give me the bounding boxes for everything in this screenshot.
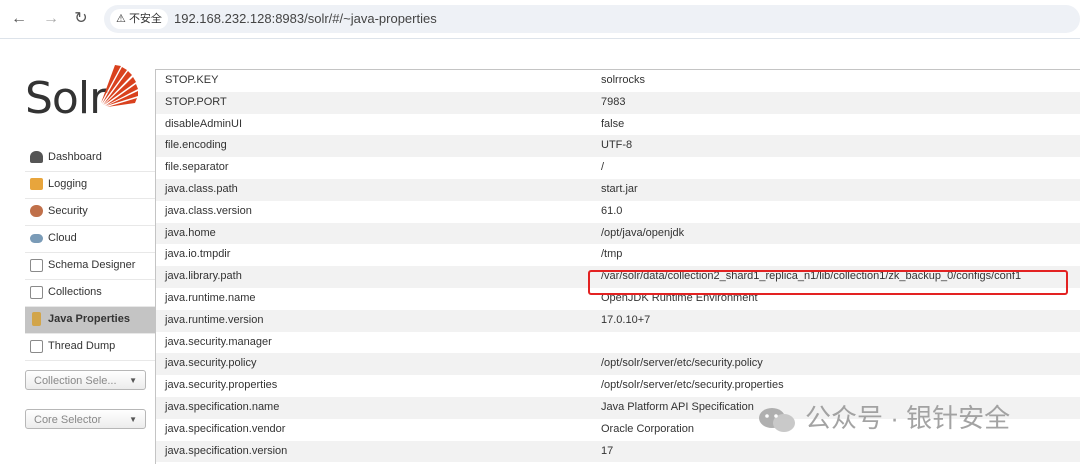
table-row: java.io.tmpdir/tmp	[156, 244, 1080, 266]
solr-sun-icon	[101, 65, 138, 107]
property-key: java.home	[165, 226, 216, 239]
property-value: 7983	[601, 95, 626, 108]
sidebar-item-label: Thread Dump	[48, 340, 116, 352]
thread-icon	[30, 340, 43, 353]
back-arrow-icon[interactable]: ←	[10, 10, 28, 28]
table-row: java.class.path start.jar	[156, 178, 1080, 201]
dashboard-icon	[30, 151, 43, 163]
property-value: OpenJDK Runtime Environment	[601, 291, 758, 304]
warning-icon: ⚠	[116, 13, 126, 25]
sidebar-item-label: Cloud	[48, 232, 77, 244]
collection-selector[interactable]: Collection Sele... ▼	[25, 370, 146, 390]
address-bar[interactable]: ⚠ 不安全 192.168.232.128:8983/solr/#/~java-…	[104, 5, 1080, 33]
table-row: java.runtime.version 17.0.10+7	[156, 309, 1080, 332]
url-text[interactable]: 192.168.232.128:8983/solr/#/~java-proper…	[174, 5, 437, 33]
property-key: java.io.tmpdir	[165, 248, 231, 261]
sidebar-item-label: Security	[48, 205, 88, 217]
property-value: false	[601, 117, 625, 130]
property-value: Java Platform API Specification	[601, 400, 754, 413]
browser-toolbar: ← → ↻ ⚠ 不安全 192.168.232.128:8983/solr/#/…	[0, 0, 1080, 38]
table-row: java.home/opt/java/openjdk	[156, 222, 1080, 245]
table-row: java.security.properties/opt/solr/server…	[156, 375, 1080, 397]
sidebar-item-java-properties[interactable]: Java Properties	[25, 307, 155, 334]
property-key: java.class.path	[165, 182, 238, 195]
table-row: java.security.policy/opt/solr/server/etc…	[156, 353, 1080, 376]
property-key: STOP.KEY	[165, 74, 219, 86]
property-key: java.class.version	[165, 204, 252, 217]
sidebar-item-label: Dashboard	[48, 151, 102, 163]
java-icon	[32, 312, 41, 326]
schema-icon	[30, 259, 43, 272]
property-key: java.library.path	[165, 270, 242, 283]
table-row: java.library.path/var/solr/data/collecti…	[156, 266, 1080, 288]
sidebar-item-logging[interactable]: Logging	[25, 172, 155, 199]
sidebar-item-label: Collections	[48, 286, 102, 298]
property-value: /opt/solr/server/etc/security.policy	[601, 357, 763, 370]
property-value: Oracle Corporation	[601, 422, 694, 435]
sidebar-item-label: Java Properties	[48, 313, 130, 325]
property-value: /opt/java/openjdk	[601, 226, 685, 239]
table-row: STOP.KEY solrrocks	[156, 70, 1080, 92]
property-key: java.specification.version	[165, 444, 288, 457]
table-row: java.runtime.name OpenJDK Runtime Environ…	[156, 288, 1080, 310]
property-value: 61.0	[601, 204, 623, 217]
property-value: start.jar	[601, 182, 638, 195]
logo-text: Solr	[25, 73, 107, 124]
property-value: UTF-8	[601, 139, 633, 152]
property-key: java.security.manager	[165, 335, 272, 348]
sidebar-item-security[interactable]: Security	[25, 199, 155, 226]
wechat-icon	[759, 408, 795, 433]
sidebar-item-collections[interactable]: Collections	[25, 280, 155, 307]
core-selector-label: Core Selector	[34, 414, 102, 426]
reload-icon[interactable]: ↻	[72, 10, 90, 28]
forward-arrow-icon[interactable]: →	[42, 10, 60, 28]
sidebar-item-label: Schema Designer	[48, 259, 136, 271]
property-value: 17	[601, 444, 614, 457]
property-value: solrrocks	[601, 74, 646, 86]
sidebar-menu: Dashboard Logging Security Cloud Schema …	[25, 145, 155, 361]
toolbar-divider	[0, 38, 1080, 39]
table-row: java.security.manager	[156, 332, 1080, 354]
security-icon	[30, 205, 43, 217]
sidebar-item-schema-designer[interactable]: Schema Designer	[25, 253, 155, 280]
table-row: file.encoding UTF-8	[156, 135, 1080, 158]
property-value: /tmp	[601, 248, 623, 261]
property-value: /opt/solr/server/etc/security.properties	[601, 379, 784, 392]
table-row: java.class.version 61.0	[156, 201, 1080, 223]
chevron-down-icon: ▼	[129, 376, 137, 385]
watermark-text: 公众号 · 银针安全	[805, 403, 1011, 433]
collection-selector-label: Collection Sele...	[34, 375, 117, 387]
property-key: java.specification.vendor	[165, 422, 286, 435]
property-key: java.security.properties	[165, 379, 278, 392]
sidebar-item-cloud[interactable]: Cloud	[25, 226, 155, 253]
sidebar-item-thread-dump[interactable]: Thread Dump	[25, 334, 155, 361]
property-value: /	[601, 161, 605, 174]
table-row: STOP.PORT 7983	[156, 91, 1080, 114]
property-key: file.encoding	[165, 139, 227, 152]
collections-icon	[30, 286, 43, 299]
sidebar-item-dashboard[interactable]: Dashboard	[25, 145, 155, 172]
insecure-label: 不安全	[128, 13, 162, 25]
property-key: java.security.policy	[165, 357, 257, 370]
cloud-icon	[30, 234, 43, 243]
property-key: STOP.PORT	[165, 95, 227, 108]
table-row: file.separator /	[156, 157, 1080, 179]
table-row: java.specification.version 17	[156, 440, 1080, 463]
security-indicator[interactable]: ⚠ 不安全	[110, 9, 168, 29]
property-key: disableAdminUI	[165, 117, 243, 130]
property-key: java.specification.name	[165, 400, 280, 413]
property-value: 17.0.10+7	[601, 313, 651, 326]
core-selector[interactable]: Core Selector ▼	[25, 409, 146, 429]
table-row: disableAdminUI false	[156, 114, 1080, 136]
property-key: file.separator	[165, 161, 229, 174]
watermark: 公众号 · 银针安全	[757, 398, 1010, 438]
property-key: java.runtime.name	[165, 291, 256, 304]
logging-icon	[30, 178, 43, 190]
solr-logo[interactable]: Solr	[25, 63, 140, 125]
property-value: /var/solr/data/collection2_shard1_replic…	[601, 270, 1022, 283]
chevron-down-icon: ▼	[129, 415, 137, 424]
property-key: java.runtime.version	[165, 313, 264, 326]
sidebar-item-label: Logging	[48, 178, 88, 190]
